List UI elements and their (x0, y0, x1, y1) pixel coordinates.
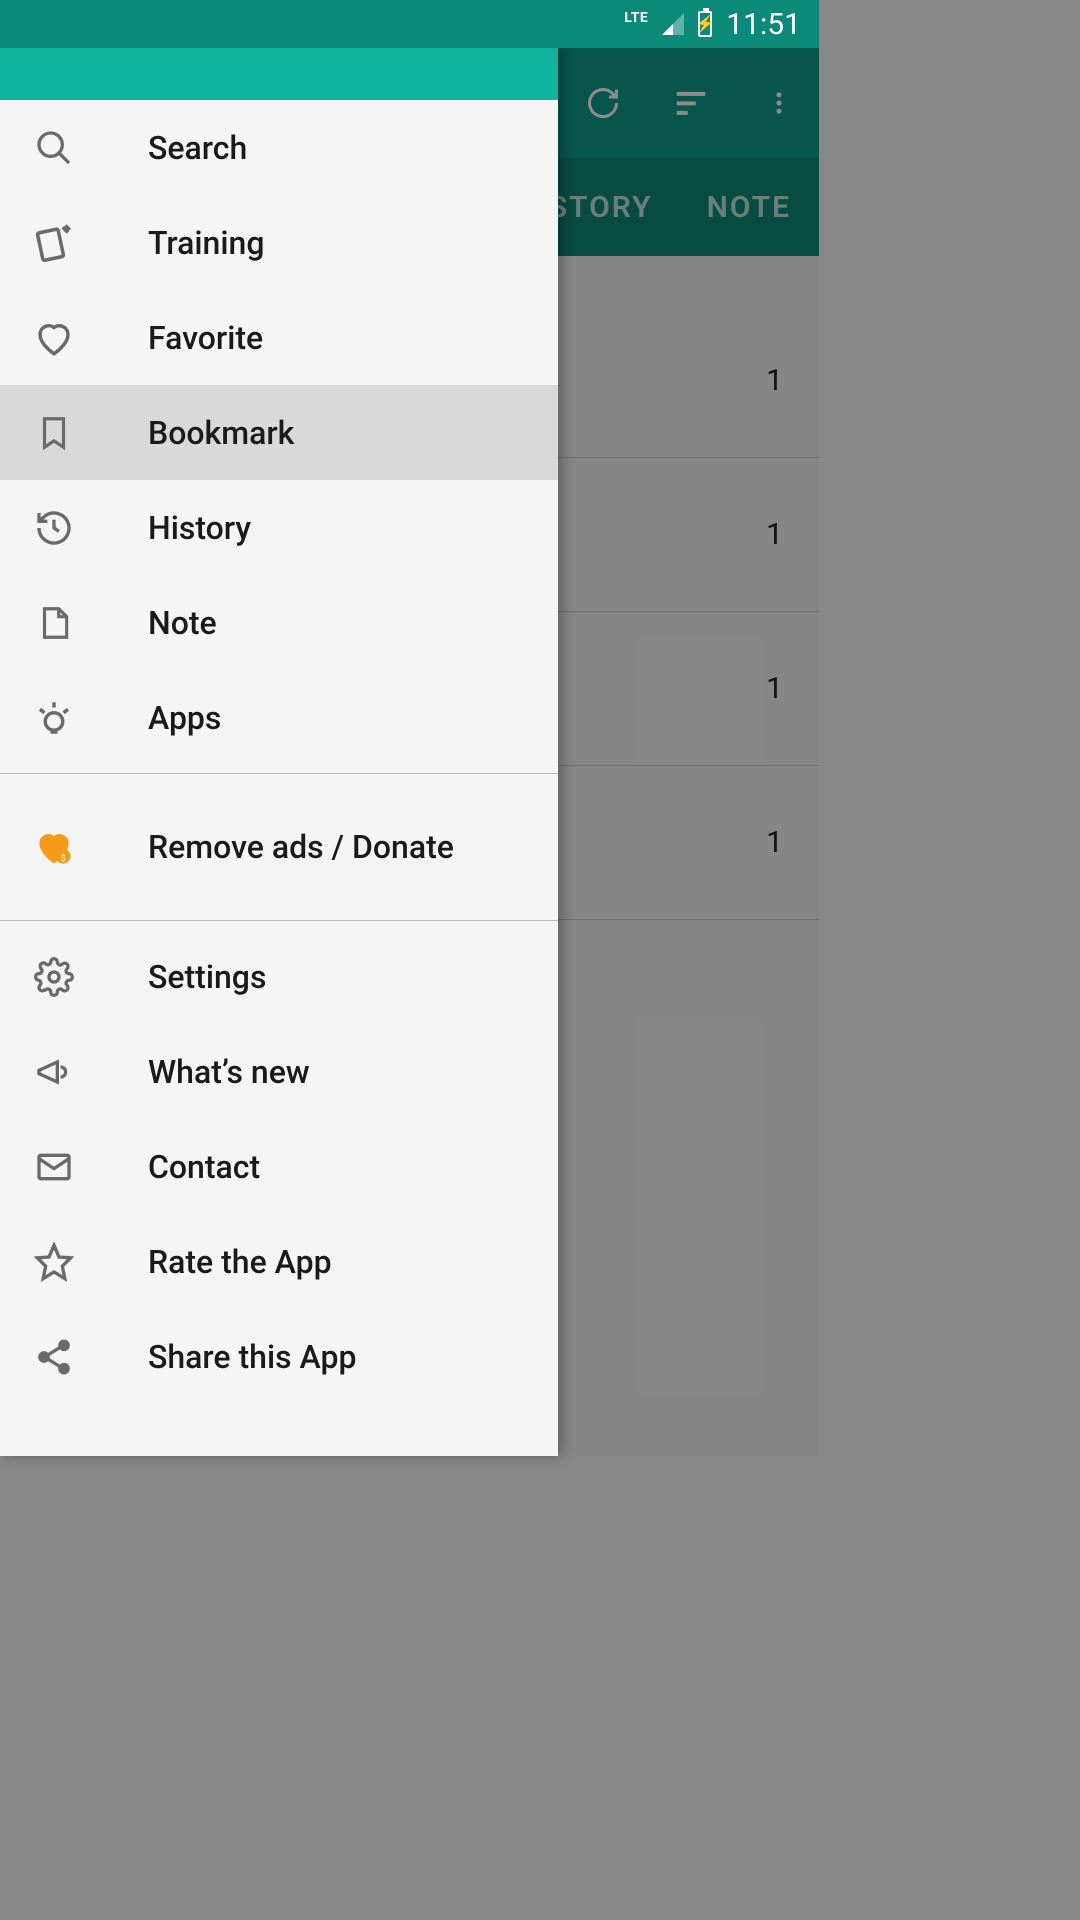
divider (0, 773, 558, 774)
drawer-item-label: Bookmark (148, 414, 294, 452)
battery-icon: ⚡ (698, 11, 712, 37)
gear-icon (32, 955, 76, 999)
search-icon (32, 126, 76, 170)
drawer-item-label: Training (148, 224, 264, 262)
clock: 11:51 (726, 7, 801, 42)
signal-icon (662, 13, 684, 35)
drawer-item-whatsnew[interactable]: What’s new (0, 1024, 558, 1119)
cards-icon (32, 221, 76, 265)
svg-text:$: $ (61, 853, 66, 864)
screen: STORY NOTE 1 1 1 1 Search Train (0, 0, 819, 1456)
drawer-item-label: Apps (148, 699, 221, 737)
divider (0, 920, 558, 921)
drawer-item-share[interactable]: Share this App (0, 1309, 558, 1404)
star-icon (32, 1240, 76, 1284)
drawer-item-label: Contact (148, 1148, 260, 1186)
history-icon (32, 506, 76, 550)
drawer-item-search[interactable]: Search (0, 100, 558, 195)
drawer-item-label: Share this App (148, 1338, 356, 1376)
drawer-item-label: Remove ads / Donate (148, 828, 454, 866)
note-icon (32, 601, 76, 645)
drawer-item-bookmark[interactable]: Bookmark (0, 385, 558, 480)
drawer-item-rate[interactable]: Rate the App (0, 1214, 558, 1309)
drawer-list: Search Training Favorite Bookmark (0, 100, 558, 1404)
status-bar: LTE ⚡ 11:51 (0, 0, 819, 48)
drawer-item-training[interactable]: Training (0, 195, 558, 290)
heart-donate-icon: $ (32, 825, 76, 869)
drawer-item-settings[interactable]: Settings (0, 929, 558, 1024)
drawer-item-history[interactable]: History (0, 480, 558, 575)
drawer-header (0, 48, 558, 100)
drawer-item-label: What’s new (148, 1053, 310, 1091)
drawer-item-label: Note (148, 604, 217, 642)
drawer-item-label: Rate the App (148, 1243, 332, 1281)
drawer-item-apps[interactable]: Apps (0, 670, 558, 765)
drawer-item-contact[interactable]: Contact (0, 1119, 558, 1214)
network-label: LTE (624, 10, 648, 26)
bulb-icon (32, 696, 76, 740)
heart-icon (32, 316, 76, 360)
drawer-item-note[interactable]: Note (0, 575, 558, 670)
drawer-item-label: Favorite (148, 319, 263, 357)
megaphone-icon (32, 1050, 76, 1094)
drawer-item-label: Search (148, 129, 247, 167)
bookmark-icon (32, 411, 76, 455)
mail-icon (32, 1145, 76, 1189)
drawer-item-label: History (148, 509, 251, 547)
navigation-drawer: Search Training Favorite Bookmark (0, 48, 558, 1456)
drawer-item-favorite[interactable]: Favorite (0, 290, 558, 385)
drawer-item-donate[interactable]: $ Remove ads / Donate (0, 782, 558, 912)
drawer-item-label: Settings (148, 958, 266, 996)
share-icon (32, 1335, 76, 1379)
